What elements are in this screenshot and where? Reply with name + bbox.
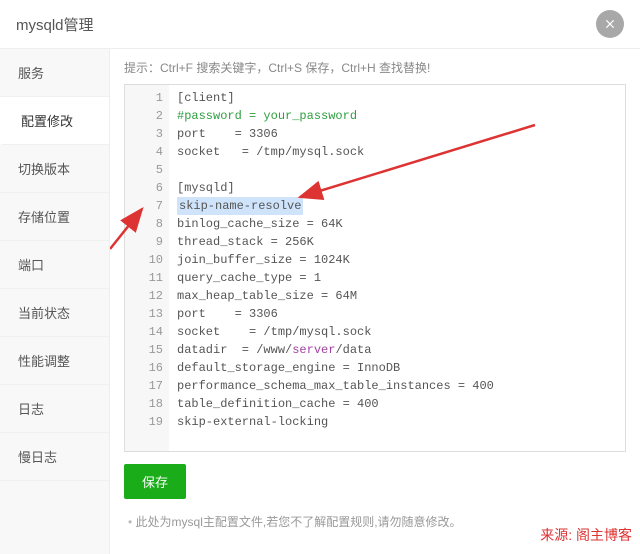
sidebar: 服务配置修改切换版本存储位置端口当前状态性能调整日志慢日志 xyxy=(0,49,110,554)
config-editor[interactable]: 12345678910111213141516171819 [client]#p… xyxy=(124,84,626,452)
line-number: 12 xyxy=(125,287,163,305)
tab-6[interactable]: 性能调整 xyxy=(0,337,109,385)
source-watermark: 来源: 阁主博客 xyxy=(540,525,632,545)
code-line[interactable]: port = 3306 xyxy=(177,305,625,323)
line-number: 6 xyxy=(125,179,163,197)
code-line[interactable]: binlog_cache_size = 64K xyxy=(177,215,625,233)
tab-5[interactable]: 当前状态 xyxy=(0,289,109,337)
dialog-body: 服务配置修改切换版本存储位置端口当前状态性能调整日志慢日志 提示：Ctrl+F … xyxy=(0,49,640,554)
line-number: 5 xyxy=(125,161,163,179)
code-line[interactable]: skip-external-locking xyxy=(177,413,625,431)
line-number: 3 xyxy=(125,125,163,143)
line-number: 1 xyxy=(125,89,163,107)
code-line[interactable]: #password = your_password xyxy=(177,107,625,125)
code-line[interactable]: join_buffer_size = 1024K xyxy=(177,251,625,269)
code-line[interactable]: max_heap_table_size = 64M xyxy=(177,287,625,305)
hint-text: 提示：Ctrl+F 搜索关键字，Ctrl+S 保存，Ctrl+H 查找替换! xyxy=(124,59,626,76)
line-number: 2 xyxy=(125,107,163,125)
tab-0[interactable]: 服务 xyxy=(0,49,109,97)
line-number: 15 xyxy=(125,341,163,359)
code-line[interactable]: socket = /tmp/mysql.sock xyxy=(177,143,625,161)
line-number: 4 xyxy=(125,143,163,161)
line-number: 19 xyxy=(125,413,163,431)
code-line[interactable]: [mysqld] xyxy=(177,179,625,197)
editor-gutter: 12345678910111213141516171819 xyxy=(125,85,169,451)
tab-3[interactable]: 存储位置 xyxy=(0,193,109,241)
line-number: 17 xyxy=(125,377,163,395)
close-button[interactable] xyxy=(596,10,624,38)
page-title: mysqld管理 xyxy=(16,14,94,35)
line-number: 18 xyxy=(125,395,163,413)
main-panel: 提示：Ctrl+F 搜索关键字，Ctrl+S 保存，Ctrl+H 查找替换! 1… xyxy=(110,49,640,554)
line-number: 7 xyxy=(125,197,163,215)
tab-7[interactable]: 日志 xyxy=(0,385,109,433)
line-number: 11 xyxy=(125,269,163,287)
tab-1[interactable]: 配置修改 xyxy=(0,97,109,145)
save-button[interactable]: 保存 xyxy=(124,464,186,499)
tab-2[interactable]: 切换版本 xyxy=(0,145,109,193)
line-number: 10 xyxy=(125,251,163,269)
code-line[interactable]: table_definition_cache = 400 xyxy=(177,395,625,413)
code-line[interactable]: socket = /tmp/mysql.sock xyxy=(177,323,625,341)
line-number: 16 xyxy=(125,359,163,377)
close-icon xyxy=(603,17,617,31)
code-line[interactable]: performance_schema_max_table_instances =… xyxy=(177,377,625,395)
editor-code[interactable]: [client]#password = your_passwordport = … xyxy=(169,85,625,435)
code-line[interactable]: port = 3306 xyxy=(177,125,625,143)
line-number: 14 xyxy=(125,323,163,341)
tab-4[interactable]: 端口 xyxy=(0,241,109,289)
line-number: 8 xyxy=(125,215,163,233)
code-line[interactable]: skip-name-resolve xyxy=(177,197,625,215)
code-line[interactable]: datadir = /www/server/data xyxy=(177,341,625,359)
code-line[interactable]: default_storage_engine = InnoDB xyxy=(177,359,625,377)
line-number: 13 xyxy=(125,305,163,323)
code-line[interactable]: [client] xyxy=(177,89,625,107)
dialog-header: mysqld管理 xyxy=(0,0,640,49)
code-line[interactable]: query_cache_type = 1 xyxy=(177,269,625,287)
code-line[interactable]: thread_stack = 256K xyxy=(177,233,625,251)
code-line[interactable] xyxy=(177,161,625,179)
tab-8[interactable]: 慢日志 xyxy=(0,433,109,481)
line-number: 9 xyxy=(125,233,163,251)
